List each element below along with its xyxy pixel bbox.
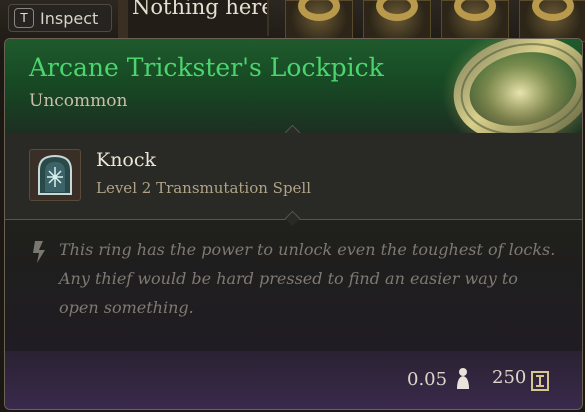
background-ring-slot[interactable] <box>519 0 585 42</box>
background-divider <box>118 0 128 40</box>
spell-level: Level 2 Transmutation Spell <box>96 179 312 197</box>
knock-spell-icon <box>29 149 81 201</box>
item-tooltip: Arcane Trickster's Lockpick Uncommon Kno… <box>4 38 583 410</box>
ring-icon <box>454 0 496 21</box>
item-name: Arcane Trickster's Lockpick <box>29 53 384 82</box>
ring-icon <box>532 0 574 21</box>
item-value: 250 <box>492 367 527 388</box>
background-character-name: Nothing here <box>128 0 269 36</box>
item-description: This ring has the power to unlock even t… <box>59 240 556 317</box>
ring-icon <box>298 0 340 21</box>
description-area: This ring has the power to unlock even t… <box>5 219 582 349</box>
spell-row[interactable]: Knock Level 2 Transmutation Spell <box>5 133 582 219</box>
inspect-button[interactable]: T Inspect <box>8 4 112 32</box>
background-ring-slot[interactable] <box>363 0 431 42</box>
background-ring-slot[interactable] <box>285 0 353 42</box>
weight-icon <box>457 368 469 389</box>
inspect-label: Inspect <box>40 8 99 28</box>
background-ring-slot[interactable] <box>441 0 509 42</box>
item-rarity: Uncommon <box>29 91 128 111</box>
item-weight: 0.05 <box>407 369 448 390</box>
ring-icon <box>376 0 418 21</box>
gold-icon <box>531 371 549 391</box>
quote-icon <box>33 241 45 263</box>
inspect-key-badge: T <box>14 8 34 28</box>
spell-name: Knock <box>96 149 157 171</box>
tooltip-footer: 0.05 250 <box>5 351 582 409</box>
